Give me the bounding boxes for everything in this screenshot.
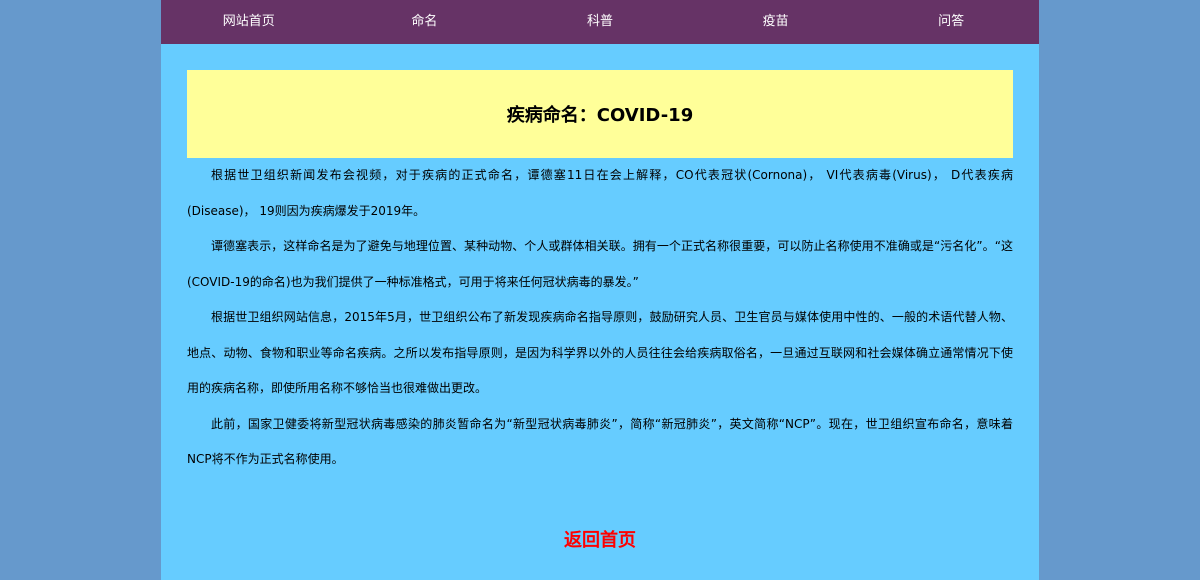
page-container: 网站首页 命名 科普 疫苗 问答 疾病命名：COVID-19 根据世卫组织新闻发… xyxy=(161,0,1039,580)
top-nav: 网站首页 命名 科普 疫苗 问答 xyxy=(161,0,1039,44)
nav-item-home[interactable]: 网站首页 xyxy=(161,0,337,44)
nav-item-vaccine[interactable]: 疫苗 xyxy=(688,0,864,44)
back-home-link[interactable]: 返回首页 xyxy=(161,526,1039,552)
article-paragraph: 根据世卫组织新闻发布会视频，对于疾病的正式命名，谭德塞11日在会上解释，CO代表… xyxy=(187,168,1013,218)
article-paragraph: 根据世卫组织网站信息，2015年5月，世卫组织公布了新发现疾病命名指导原则，鼓励… xyxy=(187,310,1013,395)
page-title: 疾病命名：COVID-19 xyxy=(506,105,694,126)
nav-item-qa[interactable]: 问答 xyxy=(863,0,1039,44)
article-paragraph: 谭德塞表示，这样命名是为了避免与地理位置、某种动物、个人或群体相关联。拥有一个正… xyxy=(187,239,1013,289)
article-body: 根据世卫组织新闻发布会视频，对于疾病的正式命名，谭德塞11日在会上解释，CO代表… xyxy=(187,158,1013,478)
nav-item-science[interactable]: 科普 xyxy=(512,0,688,44)
title-banner: 疾病命名：COVID-19 xyxy=(187,70,1013,158)
article-paragraph: 此前，国家卫健委将新型冠状病毒感染的肺炎暂命名为“新型冠状病毒肺炎”，简称“新冠… xyxy=(187,416,1013,467)
nav-item-naming[interactable]: 命名 xyxy=(337,0,513,44)
